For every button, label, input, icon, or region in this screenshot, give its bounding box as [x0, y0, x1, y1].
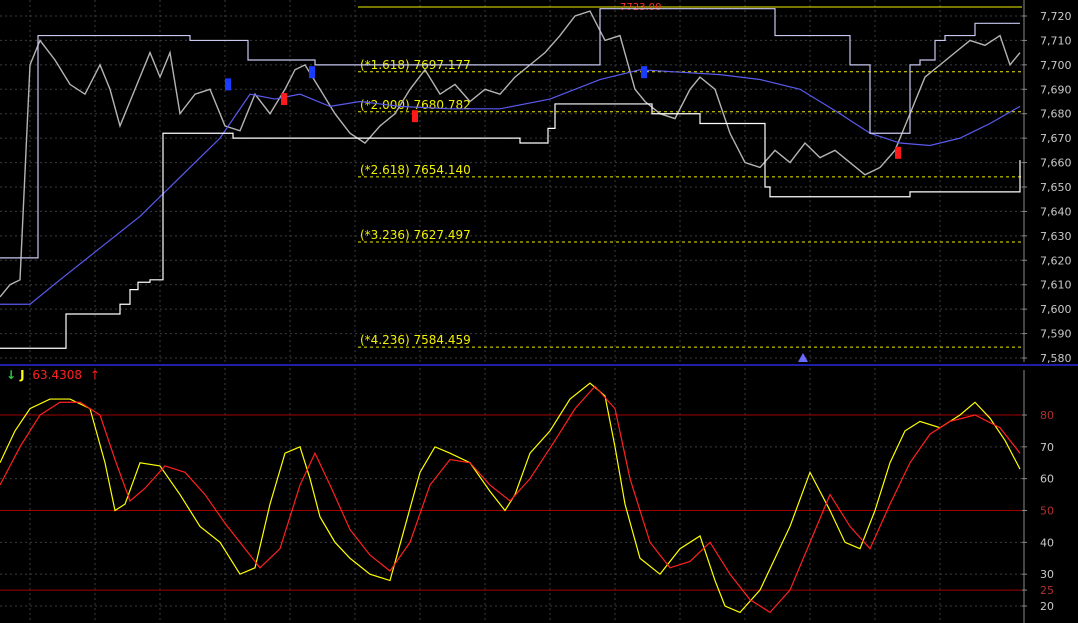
y-tick-label: 7,690: [1040, 83, 1072, 96]
y-tick-label: 7,620: [1040, 254, 1072, 267]
buy-signal-marker: [281, 93, 287, 106]
sell-signal-marker: [225, 78, 231, 91]
chart-background: [0, 0, 1078, 623]
top-price-label: 7723.00: [620, 2, 661, 13]
y-tick-label: 7,720: [1040, 10, 1072, 23]
y-tick-label: 7,630: [1040, 230, 1072, 243]
indicator-value: 63.4308: [32, 368, 82, 382]
fib-level-label: (*3.236) 7627.497: [360, 228, 471, 242]
y-tick-label: 7,590: [1040, 328, 1072, 341]
y-tick-label: 30: [1040, 568, 1054, 581]
down-arrow-icon: ↓: [6, 368, 17, 382]
chart-root: (*1.618) 7697.177(*2.000) 7680.782(*2.61…: [0, 0, 1078, 623]
y-tick-label: 7,710: [1040, 34, 1072, 47]
y-tick-label: 7,670: [1040, 132, 1072, 145]
buy-signal-marker: [412, 110, 418, 123]
reference-line-label: 80: [1040, 409, 1054, 422]
indicator-header: ↓ J 63.4308 ↑: [6, 368, 104, 382]
fib-level-label: (*4.236) 7584.459: [360, 333, 471, 347]
sell-signal-marker: [309, 66, 315, 79]
up-arrow-icon: ↑: [89, 368, 100, 382]
y-tick-label: 7,580: [1040, 352, 1072, 365]
y-tick-label: 40: [1040, 536, 1054, 549]
fib-level-label: (*2.618) 7654.140: [360, 163, 471, 177]
y-tick-label: 7,600: [1040, 303, 1072, 316]
y-tick-label: 7,610: [1040, 279, 1072, 292]
buy-signal-marker: [895, 146, 901, 159]
y-tick-label: 7,700: [1040, 59, 1072, 72]
y-tick-label: 60: [1040, 473, 1054, 486]
reference-line-label: 25: [1040, 584, 1054, 597]
y-tick-label: 20: [1040, 600, 1054, 613]
y-tick-label: 7,680: [1040, 108, 1072, 121]
y-tick-label: 7,640: [1040, 205, 1072, 218]
y-tick-label: 7,660: [1040, 157, 1072, 170]
indicator-name: J: [20, 368, 25, 382]
y-tick-label: 70: [1040, 441, 1054, 454]
fib-level-label: (*2.000) 7680.782: [360, 98, 471, 112]
reference-line-label: 50: [1040, 505, 1054, 518]
y-tick-label: 7,650: [1040, 181, 1072, 194]
sell-signal-marker: [641, 66, 647, 79]
